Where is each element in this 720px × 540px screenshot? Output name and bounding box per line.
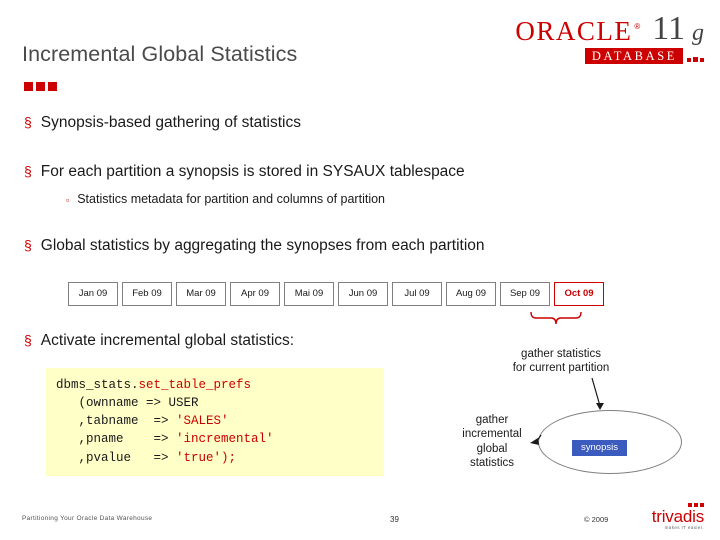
code-line-4-value: 'incremental' <box>176 432 274 447</box>
bullet-marker-icon: § <box>24 332 32 348</box>
bullet-text: For each partition a synopsis is stored … <box>40 163 465 180</box>
footer-page-number: 39 <box>390 515 399 524</box>
synopsis-badge: synopsis <box>572 440 627 456</box>
code-line-2-prefix: (ownname <box>56 396 147 411</box>
code-line-4-prefix: ,pname => <box>56 432 177 447</box>
bullet-item-4: § Activate incremental global statistics… <box>24 332 294 350</box>
partition-box: Jun 09 <box>338 282 388 306</box>
dot-icon <box>687 58 691 63</box>
code-line-2-value: => USER <box>146 396 199 411</box>
partition-box: Mar 09 <box>176 282 226 306</box>
bullet-text: Synopsis-based gathering of statistics <box>40 114 301 131</box>
trivadis-wordmark: trivadis <box>651 507 704 526</box>
decoration-square <box>36 82 45 91</box>
bullet-item-1: § Synopsis-based gathering of statistics <box>24 114 301 132</box>
footer-title: Partitioning Your Oracle Data Warehouse <box>22 515 153 522</box>
bullet-item-2: § For each partition a synopsis is store… <box>24 163 465 181</box>
subbullet-text: Statistics metadata for partition and co… <box>77 192 385 206</box>
dot-icon <box>693 57 698 63</box>
oracle-logo-bottom: DATABASE <box>515 47 704 65</box>
partition-box: Aug 09 <box>446 282 496 306</box>
oracle-database-label: DATABASE <box>584 47 683 65</box>
bullet-item-3: § Global statistics by aggregating the s… <box>24 237 485 255</box>
trivadis-logo: trivadis makes IT easier. <box>652 508 704 531</box>
oracle-dots-icon <box>687 48 704 63</box>
bullet-marker-icon: § <box>24 114 32 130</box>
oracle-trademark-icon: ® <box>634 21 641 31</box>
oracle-logo-top: ORACLE ® 11 g <box>515 10 704 47</box>
partition-month-list: Jan 09 Feb 09 Mar 09 Apr 09 Mai 09 Jun 0… <box>68 282 604 306</box>
slide: Incremental Global Statistics ORACLE ® 11… <box>0 0 720 540</box>
partition-box: Jan 09 <box>68 282 118 306</box>
partition-box: Feb 09 <box>122 282 172 306</box>
code-line-3-prefix: ,tabname => <box>56 414 177 429</box>
code-snippet: dbms_stats.set_table_prefs (ownname => U… <box>46 368 384 476</box>
bullet-marker-icon: § <box>24 163 32 179</box>
code-line-3-value: 'SALES' <box>176 414 229 429</box>
gather-global-statistics-label: gather incremental global statistics <box>462 414 522 470</box>
partition-box: Mai 09 <box>284 282 334 306</box>
decoration-square <box>48 82 57 91</box>
oracle-wordmark: ORACLE <box>515 15 633 46</box>
partition-box-current: Oct 09 <box>554 282 604 306</box>
gather-current-partition-label: gather statistics for current partition <box>512 348 610 375</box>
partition-box: Jul 09 <box>392 282 442 306</box>
bullet-text: Global statistics by aggregating the syn… <box>40 237 485 254</box>
page-title: Incremental Global Statistics <box>22 42 298 66</box>
subbullet-marker-icon: ▫ <box>66 195 70 205</box>
footer-copyright: © 2009 <box>584 515 609 524</box>
dot-icon <box>700 58 704 63</box>
title-decoration-squares <box>24 82 57 91</box>
bullet-marker-icon: § <box>24 237 32 253</box>
oracle-version-number: 11 <box>652 10 685 47</box>
decoration-square <box>24 82 33 91</box>
oracle-version-letter: g <box>692 19 704 46</box>
oracle-logo: ORACLE ® 11 g DATABASE <box>515 10 704 65</box>
bullet-text: Activate incremental global statistics: <box>40 332 295 349</box>
trivadis-tagline: makes IT easier. <box>664 525 704 530</box>
partition-box: Apr 09 <box>230 282 280 306</box>
brace-icon <box>530 311 582 325</box>
code-line-1-prefix: dbms_stats. <box>56 378 139 392</box>
partition-box: Sep 09 <box>500 282 550 306</box>
code-line-1-keyword: set_table_prefs <box>138 378 252 392</box>
subbullet-item-1: ▫ Statistics metadata for partition and … <box>66 192 385 206</box>
code-line-5-prefix: ,pvalue => <box>56 450 177 465</box>
code-line-5-value: 'true'); <box>176 450 237 465</box>
